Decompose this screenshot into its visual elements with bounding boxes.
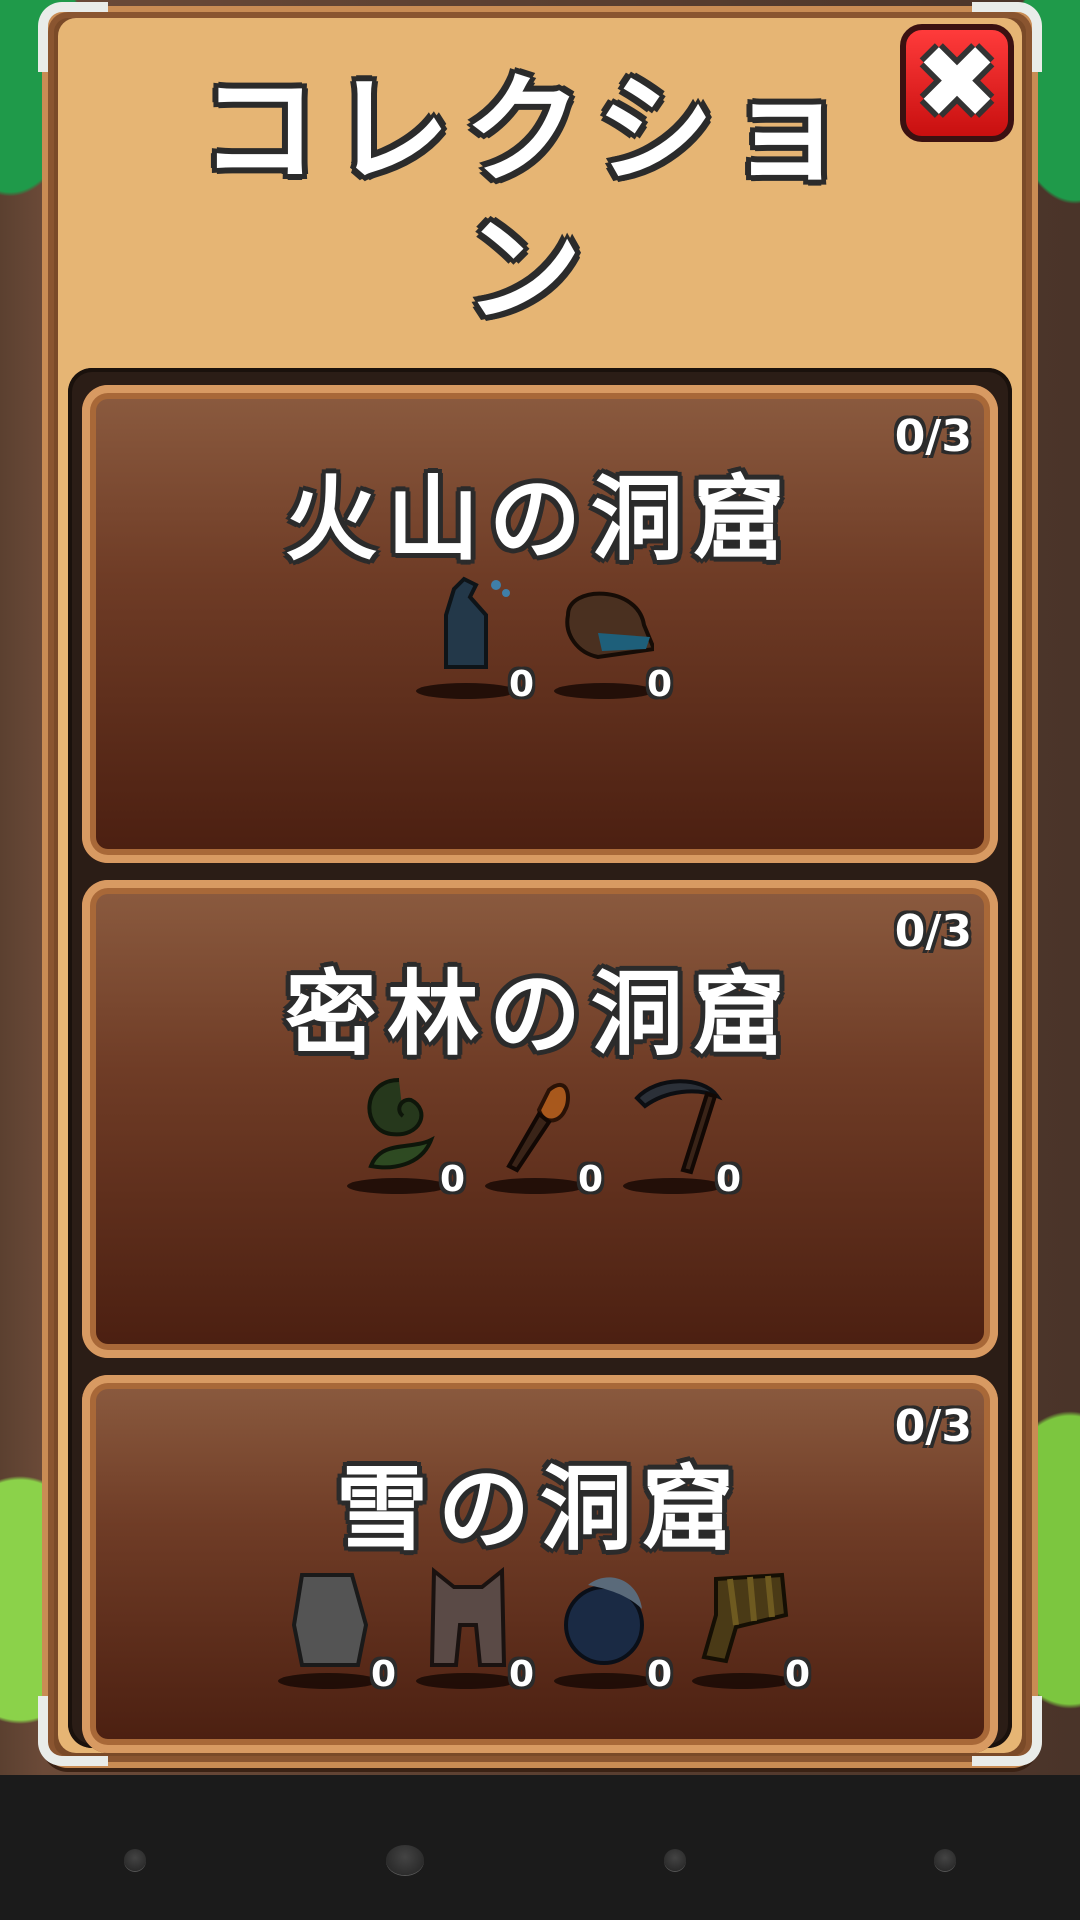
home-button[interactable] bbox=[386, 1845, 424, 1875]
card-title: 火山の洞窟 bbox=[284, 466, 795, 573]
collection-item[interactable]: 0 bbox=[416, 1565, 534, 1695]
collection-item[interactable]: 0 bbox=[554, 575, 672, 705]
item-quantity: 0 bbox=[508, 1654, 534, 1695]
item-shadow bbox=[485, 1178, 585, 1194]
menu-button[interactable] bbox=[934, 1849, 956, 1871]
collection-card-volcano[interactable]: 0/3 火山の洞窟 0 0 bbox=[82, 385, 998, 863]
item-quantity: 0 bbox=[715, 1159, 741, 1200]
snowball-icon bbox=[564, 1577, 644, 1665]
panel-corner-top-left bbox=[38, 2, 108, 72]
item-list: 0 0 bbox=[82, 575, 998, 705]
item-quantity: 0 bbox=[370, 1654, 396, 1695]
card-title: 密林の洞窟 bbox=[284, 961, 795, 1068]
collection-card-snow[interactable]: 0/3 雪の洞窟 0 0 0 0 bbox=[82, 1375, 998, 1753]
collection-item[interactable]: 0 bbox=[347, 1070, 465, 1200]
card-title: 雪の洞窟 bbox=[335, 1456, 744, 1563]
item-list: 0 0 0 bbox=[82, 1070, 998, 1200]
item-shadow bbox=[554, 683, 654, 699]
system-nav-bar bbox=[0, 1775, 1080, 1920]
cat-costume-icon bbox=[429, 1566, 507, 1667]
close-icon: ✖ bbox=[915, 24, 999, 141]
collection-item[interactable]: 0 bbox=[416, 575, 534, 705]
yeti-icon bbox=[291, 1573, 369, 1667]
item-shadow bbox=[692, 1673, 792, 1689]
item-shadow bbox=[416, 1673, 516, 1689]
collection-item[interactable]: 0 bbox=[692, 1565, 810, 1695]
item-shadow bbox=[347, 1178, 447, 1194]
item-shadow bbox=[278, 1673, 378, 1689]
item-quantity: 0 bbox=[646, 1654, 672, 1695]
page-title: コレクション bbox=[199, 61, 860, 339]
shell-icon bbox=[565, 591, 654, 660]
item-quantity: 0 bbox=[646, 664, 672, 705]
item-shadow bbox=[416, 683, 516, 699]
recents-button[interactable] bbox=[664, 1849, 686, 1871]
plant-icon bbox=[367, 1078, 435, 1170]
collection-item[interactable]: 0 bbox=[278, 1565, 396, 1695]
collection-item[interactable]: 0 bbox=[623, 1070, 741, 1200]
item-shadow bbox=[623, 1178, 723, 1194]
item-quantity: 0 bbox=[508, 664, 534, 705]
item-list: 0 0 0 0 bbox=[82, 1565, 998, 1695]
collection-card-jungle[interactable]: 0/3 密林の洞窟 0 0 0 bbox=[82, 880, 998, 1358]
potion-bottle-icon bbox=[444, 576, 510, 669]
back-button[interactable] bbox=[124, 1849, 146, 1871]
collection-item[interactable]: 0 bbox=[554, 1565, 672, 1695]
scarf-icon bbox=[701, 1572, 789, 1664]
item-quantity: 0 bbox=[577, 1159, 603, 1200]
collection-item[interactable]: 0 bbox=[485, 1070, 603, 1200]
torch-icon bbox=[506, 1082, 570, 1173]
item-shadow bbox=[554, 1673, 654, 1689]
close-button[interactable]: ✖ bbox=[900, 24, 1014, 142]
item-quantity: 0 bbox=[784, 1654, 810, 1695]
item-quantity: 0 bbox=[439, 1159, 465, 1200]
scythe-icon bbox=[634, 1079, 723, 1175]
